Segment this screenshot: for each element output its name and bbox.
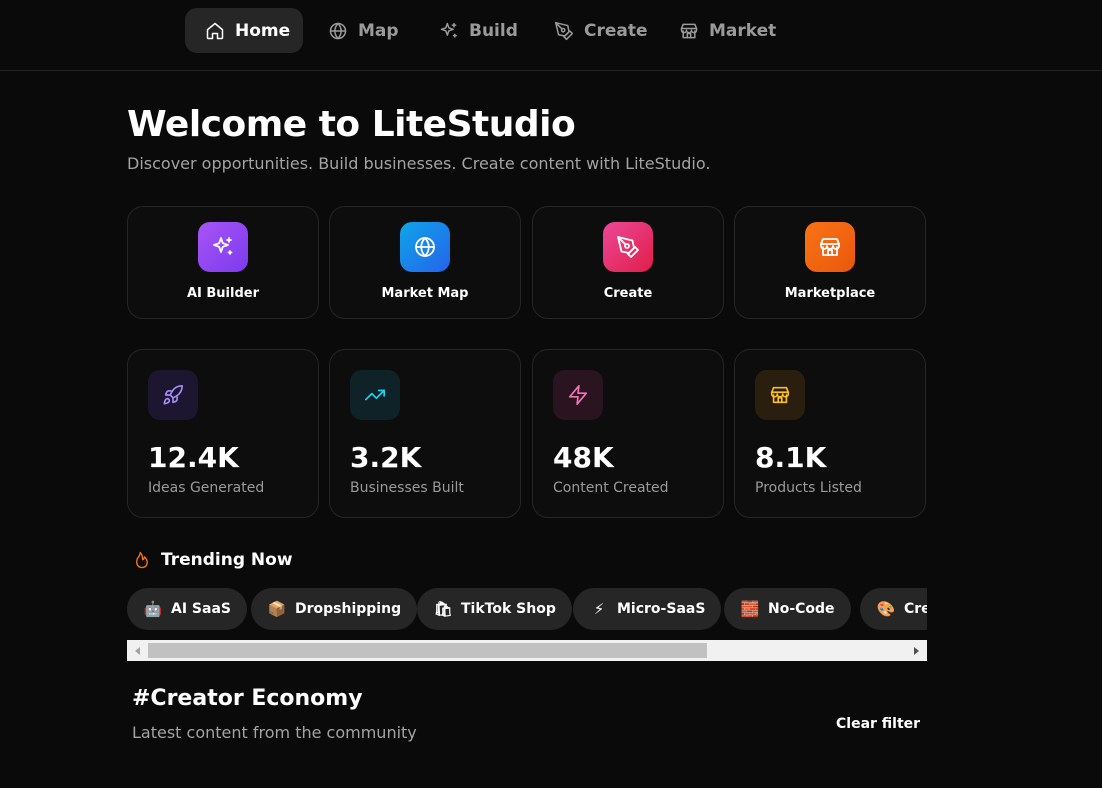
horizontal-scrollbar[interactable] [127,640,927,661]
page-subtitle: Discover opportunities. Build businesses… [127,154,711,173]
home-icon [206,22,224,39]
quick-action-icon-tile [603,222,653,272]
package-icon: 📦 [267,600,287,618]
trending-chip[interactable]: 📦 Dropshipping [251,588,418,630]
quick-action-ai-builder[interactable]: AI Builder [127,206,319,319]
stat-label: Businesses Built [350,480,464,496]
quick-action-marketplace[interactable]: Marketplace [734,206,926,319]
page-title: Welcome to LiteStudio [127,104,576,145]
nav-tab-market[interactable]: Market [659,8,789,53]
trending-chip-label: AI SaaS [171,601,231,617]
stat-icon-tile [755,370,805,420]
stat-card-businesses: 3.2K Businesses Built [329,349,521,518]
quick-action-icon-tile [805,222,855,272]
stat-label: Ideas Generated [148,480,265,496]
feed-title: #Creator Economy [132,686,363,711]
quick-action-market-map[interactable]: Market Map [329,206,521,319]
feed-subtitle: Latest content from the community [132,723,417,742]
palette-icon: 🎨 [876,600,896,618]
quick-action-label: Marketplace [784,286,876,301]
rocket-icon [163,385,183,405]
trending-chip-row: 🤖 AI SaaS 📦 Dropshipping 🛍 TikTok Shop ⚡… [127,588,927,632]
trending-chip-label: Dropshipping [295,601,402,617]
trending-chip-label: No-Code [768,601,835,617]
quick-action-label: Create [603,286,653,301]
trending-chip[interactable]: 🤖 AI SaaS [127,588,247,630]
nav-tab-label: Home [235,20,291,41]
nav-tab-label: Market [709,20,777,41]
clear-filter-button[interactable]: Clear filter [836,716,920,732]
trending-chip[interactable]: 🧱 No-Code [724,588,851,630]
store-icon [680,23,698,38]
sparkles-icon [213,237,233,255]
globe-icon [329,22,347,39]
stat-value: 3.2K [350,441,422,474]
store-icon [770,386,790,404]
stat-icon-tile [553,370,603,420]
quick-action-label: AI Builder [186,286,260,301]
quick-action-icon-tile [400,222,450,272]
nav-tab-home[interactable]: Home [185,8,303,53]
robot-icon: 🤖 [143,600,163,618]
scrollbar-thumb[interactable] [148,643,707,658]
shopping-bags-icon: 🛍 [433,600,453,618]
trending-chip-scroller[interactable]: 🤖 AI SaaS 📦 Dropshipping 🛍 TikTok Shop ⚡… [127,588,927,632]
trending-chip[interactable]: 🛍 TikTok Shop [417,588,572,630]
store-icon [820,238,840,256]
trending-chip-label: Micro-SaaS [617,601,706,617]
top-navigation: Home Map Build Create Market [0,0,1102,71]
pen-tool-icon [554,21,574,40]
lightning-icon: ⚡ [593,600,605,618]
scroll-left-arrow[interactable] [127,640,148,661]
stat-icon-tile [350,370,400,420]
nav-tab-label: Build [469,20,518,41]
stat-label: Products Listed [755,480,862,496]
pen-tool-icon [617,236,639,258]
quick-action-create[interactable]: Create [532,206,724,319]
stat-value: 48K [553,441,614,474]
zap-icon [568,385,588,405]
stat-value: 8.1K [755,441,827,474]
trending-chip-label: TikTok Shop [461,601,556,617]
sparkles-icon [440,22,457,38]
nav-tab-map[interactable]: Map [308,8,414,53]
nav-tab-label: Create [584,20,648,41]
nav-tab-label: Map [358,20,399,41]
bricks-icon: 🧱 [740,600,760,618]
stat-card-products: 8.1K Products Listed [734,349,926,518]
trending-up-icon [365,389,385,401]
stat-label: Content Created [553,480,669,496]
nav-tab-create[interactable]: Create [534,8,658,53]
stat-card-ideas: 12.4K Ideas Generated [127,349,319,518]
globe-icon [415,237,435,257]
flame-icon [136,551,148,569]
quick-action-icon-tile [198,222,248,272]
trending-title: Trending Now [161,550,293,570]
stat-card-content: 48K Content Created [532,349,724,518]
quick-action-label: Market Map [381,286,469,301]
stat-icon-tile [148,370,198,420]
trending-header: Trending Now [133,550,293,570]
scroll-right-arrow[interactable] [906,640,927,661]
nav-tab-build[interactable]: Build [419,8,531,53]
trending-chip[interactable]: 🎨 Cre [860,588,927,630]
trending-chip[interactable]: ⚡ Micro-SaaS [573,588,722,630]
trending-chip-label: Cre [904,601,927,617]
stat-value: 12.4K [148,441,239,474]
